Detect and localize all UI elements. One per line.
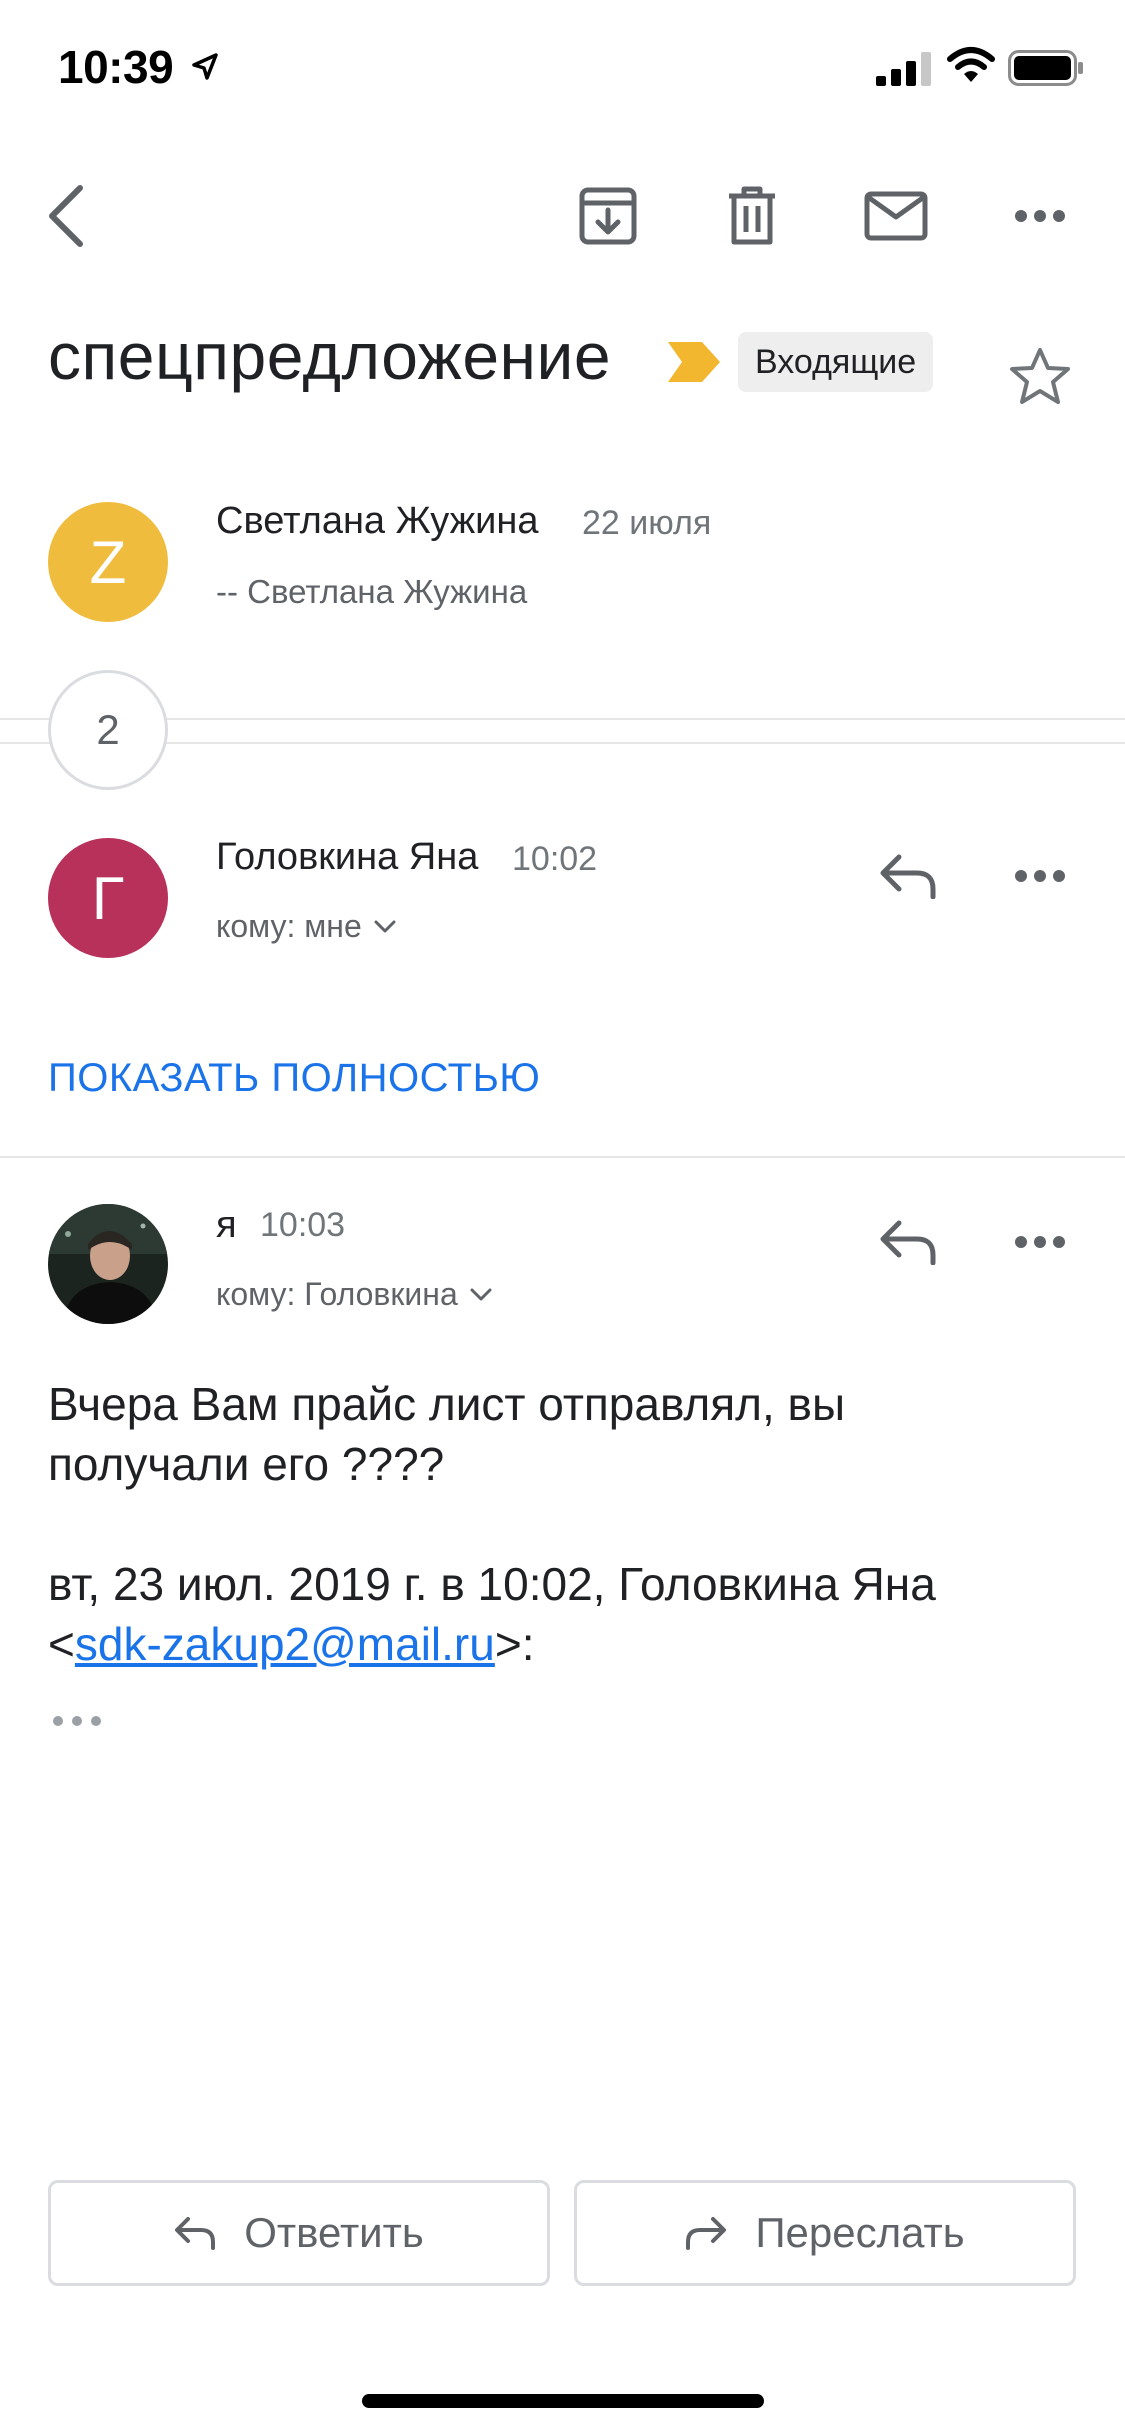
message-snippet[interactable]: -- Светлана Жужина xyxy=(216,573,527,611)
back-button[interactable] xyxy=(16,166,116,266)
body-line: Вчера Вам прайс лист отправлял, вы xyxy=(48,1378,846,1430)
star-icon[interactable] xyxy=(1008,346,1072,406)
collapsed-messages-count[interactable]: 2 xyxy=(48,670,168,790)
wifi-icon xyxy=(947,47,995,82)
divider xyxy=(0,1156,1125,1158)
archive-icon xyxy=(579,187,637,245)
home-indicator[interactable] xyxy=(362,2394,764,2408)
message-more-button[interactable] xyxy=(990,826,1090,926)
reply-button[interactable] xyxy=(858,1192,958,1292)
location-arrow-icon xyxy=(192,53,218,80)
show-full-message-link[interactable]: ПОКАЗАТЬ ПОЛНОСТЬЮ xyxy=(48,1056,540,1101)
inbox-label-chip[interactable]: Входящие xyxy=(738,332,934,392)
sender-name[interactable]: Головкина Яна xyxy=(216,836,478,879)
more-horizontal-icon xyxy=(1015,1236,1065,1248)
battery-icon xyxy=(1008,50,1083,86)
recipient-text: кому: Головкина xyxy=(216,1276,458,1312)
quote-bracket-open: < xyxy=(48,1618,75,1670)
sender-name[interactable]: Светлана Жужина xyxy=(216,500,538,543)
recipient-details[interactable]: кому: мне xyxy=(216,908,396,945)
forward-icon xyxy=(686,2217,727,2250)
show-trimmed-content-icon[interactable] xyxy=(52,1714,102,1728)
more-horizontal-icon xyxy=(1015,870,1065,882)
avatar: Z xyxy=(48,502,168,622)
avatar-letter: Г xyxy=(91,864,125,932)
status-time: 10:39 xyxy=(58,41,174,93)
mark-unread-button[interactable] xyxy=(846,166,946,266)
recipient-details[interactable]: кому: Головкина xyxy=(216,1276,492,1313)
reply-icon xyxy=(175,2217,216,2250)
chevron-down-icon xyxy=(374,920,396,932)
thread-subject: спецпредложение xyxy=(48,319,612,393)
chevron-down-icon xyxy=(470,1288,492,1300)
forward-action-button[interactable]: Переслать xyxy=(574,2180,1076,2286)
forward-label: Переслать xyxy=(755,2209,965,2256)
important-marker-icon[interactable] xyxy=(668,342,720,382)
message-more-button[interactable] xyxy=(990,1192,1090,1292)
avatar-photo xyxy=(48,1204,168,1324)
reply-icon xyxy=(880,854,936,899)
divider xyxy=(0,718,1125,720)
more-horizontal-icon xyxy=(1015,210,1065,222)
quote-line: вт, 23 июл. 2019 г. в 10:02, Головкина Я… xyxy=(48,1558,936,1610)
reply-button[interactable] xyxy=(858,826,958,926)
chevron-left-icon xyxy=(49,185,83,247)
quote-email-line: <sdk-zakup2@mail.ru>: xyxy=(48,1614,1078,1674)
avatar: Г xyxy=(48,838,168,958)
message-time: 10:02 xyxy=(512,840,598,878)
quote-bracket-close: >: xyxy=(494,1618,535,1670)
avatar-letter: Z xyxy=(89,528,127,596)
reply-action-button[interactable]: Ответить xyxy=(48,2180,550,2286)
delete-button[interactable] xyxy=(702,166,802,266)
reply-label: Ответить xyxy=(244,2209,424,2256)
recipient-text: кому: мне xyxy=(216,908,362,944)
cellular-signal-icon xyxy=(876,52,931,86)
envelope-icon xyxy=(864,191,928,241)
body-line: получали его ???? xyxy=(48,1438,445,1490)
divider xyxy=(0,742,1125,744)
trash-icon xyxy=(729,186,775,245)
reply-icon xyxy=(880,1220,936,1265)
sender-name[interactable]: я xyxy=(216,1204,237,1247)
email-link[interactable]: sdk-zakup2@mail.ru xyxy=(75,1618,495,1670)
more-options-button[interactable] xyxy=(990,166,1090,266)
quote-header: вт, 23 июл. 2019 г. в 10:02, Головкина Я… xyxy=(48,1554,1078,1674)
message-time: 10:03 xyxy=(260,1206,346,1244)
archive-button[interactable] xyxy=(558,166,658,266)
message-body: Вчера Вам прайс лист отправлял, вы получ… xyxy=(48,1374,1078,1494)
message-date: 22 июля xyxy=(582,504,712,542)
